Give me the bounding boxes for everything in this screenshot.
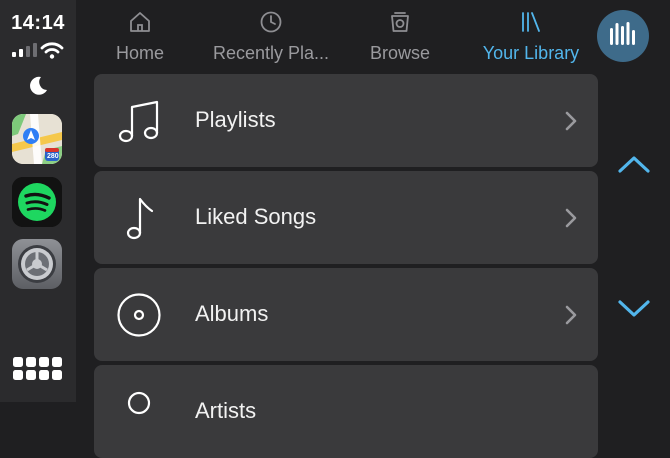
now-playing-equalizer-icon: [610, 22, 635, 45]
music-notes-icon: [118, 100, 159, 143]
tab-home-label: Home: [115, 43, 164, 63]
maps-app-icon[interactable]: 280: [12, 114, 62, 164]
carplay-dock: 14:14 280: [0, 0, 76, 402]
tab-recently-played-label: Recently Pla...: [212, 43, 330, 63]
library-icon: [522, 12, 540, 32]
status-time: 14:14: [11, 12, 65, 34]
cellular-signal-icon: [12, 43, 37, 57]
maps-badge-text: 280: [47, 153, 59, 160]
wifi-icon: [40, 42, 64, 59]
list-item-playlists[interactable]: Playlists: [94, 74, 598, 167]
list-item-label: Albums: [195, 301, 269, 326]
tab-your-library[interactable]: Your Library: [471, 0, 591, 70]
album-icon: [117, 293, 161, 337]
chevron-right-icon: [565, 111, 577, 131]
music-note-icon: [126, 197, 154, 240]
tab-home[interactable]: Home: [104, 0, 176, 70]
artist-icon: [127, 391, 151, 415]
list-item-albums[interactable]: Albums: [94, 268, 598, 361]
list-item-liked-songs[interactable]: Liked Songs: [94, 171, 598, 264]
tab-recently-played[interactable]: Recently Pla...: [208, 0, 334, 70]
clock-icon: [260, 11, 282, 33]
tab-bar: Home Recently Pla... Browse Your Library: [76, 0, 670, 70]
list-item-label: Liked Songs: [195, 204, 317, 229]
chevron-right-icon: [565, 305, 577, 325]
list-item-artists[interactable]: Artists: [94, 365, 598, 458]
now-playing-button[interactable]: [597, 10, 649, 62]
chevron-right-icon: [565, 208, 577, 228]
tab-browse-label: Browse: [369, 43, 431, 63]
scroll-up-icon[interactable]: [616, 152, 652, 176]
spotify-app-icon[interactable]: [12, 177, 62, 227]
home-icon: [130, 12, 150, 32]
app-grid-icon[interactable]: [11, 355, 65, 383]
do-not-disturb-moon-icon: [30, 76, 47, 95]
list-item-label: Playlists: [195, 107, 276, 132]
browse-icon: [391, 12, 409, 32]
tab-browse[interactable]: Browse: [360, 0, 440, 70]
settings-app-icon[interactable]: [12, 239, 62, 289]
tab-your-library-label: Your Library: [482, 43, 580, 63]
scroll-down-icon[interactable]: [616, 297, 652, 321]
